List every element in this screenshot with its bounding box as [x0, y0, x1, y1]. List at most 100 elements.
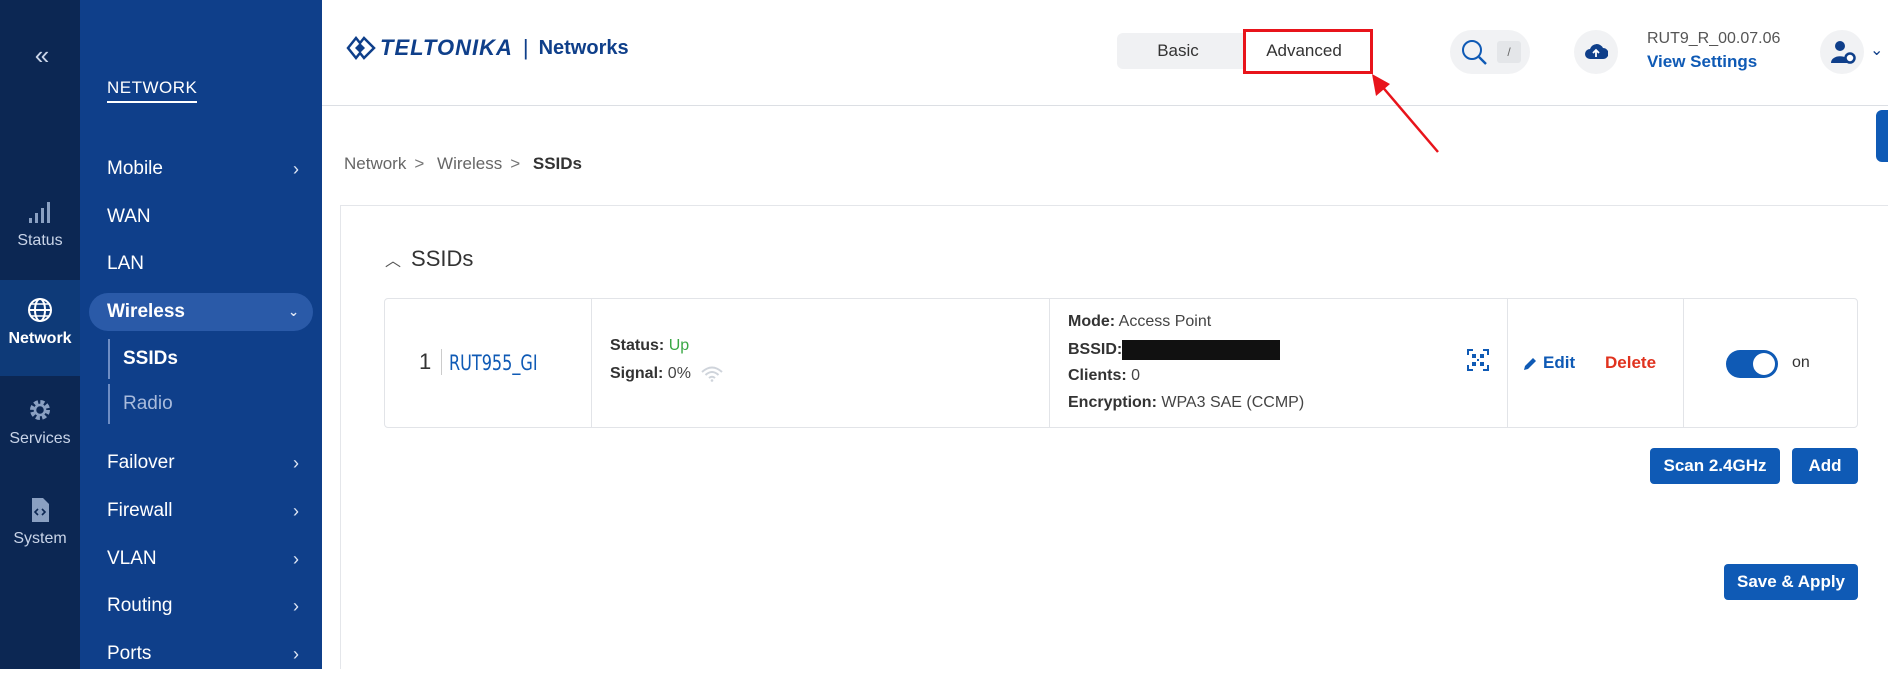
search-button[interactable]: /	[1450, 30, 1530, 74]
sidebar-item-ports[interactable]: Ports ›	[89, 635, 313, 673]
wifi-icon	[701, 366, 724, 382]
sidebar-item-label: Failover	[107, 452, 175, 473]
status-value: Up	[668, 337, 690, 354]
network-sidebar: NETWORK Mobile › WAN LAN Wireless ⌄ SSID…	[80, 0, 322, 669]
sidebar-item-wireless[interactable]: Wireless ⌄	[89, 293, 313, 331]
sidebar-item-lan[interactable]: LAN	[89, 245, 313, 283]
ssids-card: ︿ SSIDs 1 RUT955_GI Status: Up Signal: 0%	[340, 205, 1888, 669]
table-row: 1 RUT955_GI Status: Up Signal: 0% Mode: …	[384, 298, 1858, 428]
rail-item-label: Status	[17, 232, 63, 249]
user-menu-button[interactable]	[1820, 30, 1864, 74]
rail-item-label: System	[13, 530, 67, 547]
sidebar-item-label: LAN	[107, 253, 144, 274]
globe-icon	[28, 298, 52, 322]
encryption-line: Encryption: WPA3 SAE (CCMP)	[1068, 394, 1304, 412]
ssid-toggle-cell: on	[1684, 299, 1859, 427]
add-button[interactable]: Add	[1792, 448, 1858, 484]
gear-icon	[30, 400, 50, 420]
delete-button[interactable]: Delete	[1605, 353, 1656, 373]
chevron-up-icon: ︿	[385, 253, 402, 270]
bssid-label: BSSID:	[1068, 341, 1123, 359]
clients-value: 0	[1131, 367, 1141, 384]
sidebar-title: NETWORK	[107, 78, 198, 103]
mode-line: Mode: Access Point	[1068, 313, 1211, 331]
sidebar-item-firewall[interactable]: Firewall ›	[89, 492, 313, 530]
teltonika-logo[interactable]: TELTONIKA | Networks	[346, 34, 629, 62]
icon-rail: « Status Network Services System	[0, 0, 80, 669]
rail-item-network[interactable]: Network	[0, 280, 80, 376]
cloud-button[interactable]	[1574, 30, 1618, 74]
sidebar-item-label: Mobile	[107, 158, 163, 179]
search-icon	[1462, 40, 1487, 65]
ssid-status-cell: Status: Up Signal: 0%	[592, 299, 1050, 427]
breadcrumb-separator: >	[510, 154, 521, 173]
breadcrumb-separator: >	[414, 154, 425, 173]
breadcrumb-wireless[interactable]: Wireless	[437, 154, 502, 173]
user-settings-icon	[1831, 41, 1856, 64]
ssid-name-cell: 1 RUT955_GI	[385, 299, 592, 427]
rail-item-services[interactable]: Services	[0, 396, 80, 448]
side-panel-tab[interactable]	[1876, 110, 1888, 162]
section-title[interactable]: ︿ SSIDs	[385, 246, 473, 272]
rail-item-label: Services	[9, 430, 71, 447]
sidebar-item-mobile[interactable]: Mobile ›	[89, 150, 313, 188]
clients-line: Clients: 0	[1068, 367, 1140, 385]
pencil-icon	[1524, 358, 1536, 370]
sidebar-item-label: Wireless	[107, 301, 185, 322]
save-apply-button[interactable]: Save & Apply	[1724, 564, 1858, 600]
chevron-down-icon: ⌄	[288, 304, 299, 319]
sidebar-subitem-radio[interactable]: Radio	[108, 384, 288, 424]
sidebar-item-routing[interactable]: Routing ›	[89, 587, 313, 625]
clients-label: Clients:	[1068, 367, 1127, 384]
sidebar-item-label: Firewall	[107, 500, 173, 521]
ssid-index: 1	[419, 349, 443, 375]
toggle-knob	[1753, 353, 1775, 375]
rail-item-label: Network	[8, 330, 72, 347]
ssid-enable-toggle[interactable]	[1726, 350, 1778, 378]
ssid-name-link[interactable]: RUT955_GI	[449, 351, 538, 375]
chevron-right-icon: ›	[293, 596, 299, 616]
collapse-sidebar-button[interactable]: «	[0, 40, 80, 71]
sidebar-item-vlan[interactable]: VLAN ›	[89, 540, 313, 578]
basic-mode-button[interactable]: Basic	[1117, 33, 1239, 69]
breadcrumb: Network > Wireless > SSIDs	[344, 154, 588, 174]
sidebar-subitem-ssids[interactable]: SSIDs	[108, 339, 288, 379]
qr-code-icon[interactable]	[1467, 349, 1489, 371]
search-shortcut-key: /	[1497, 41, 1521, 63]
scan-button[interactable]: Scan 2.4GHz	[1650, 448, 1780, 484]
sidebar-item-label: Routing	[107, 595, 173, 616]
teltonika-logo-mark	[346, 35, 376, 61]
signal-value: 0%	[667, 365, 691, 382]
signal-line: Signal: 0%	[610, 365, 724, 383]
rail-item-status[interactable]: Status	[0, 198, 80, 250]
chevron-right-icon: ›	[293, 549, 299, 569]
breadcrumb-network[interactable]: Network	[344, 154, 406, 173]
encryption-value: WPA3 SAE (CCMP)	[1161, 394, 1305, 411]
status-label: Status:	[610, 337, 665, 354]
bssid-redacted	[1122, 340, 1281, 360]
ssid-actions-cell: Edit Delete	[1508, 299, 1684, 427]
file-code-icon	[32, 498, 49, 522]
view-settings-link[interactable]: View Settings	[1647, 52, 1757, 72]
encryption-label: Encryption:	[1068, 394, 1157, 411]
firmware-version: RUT9_R_00.07.06	[1647, 30, 1781, 47]
mode-value: Access Point	[1118, 313, 1212, 330]
sidebar-item-wan[interactable]: WAN	[89, 198, 313, 236]
annotation-highlight-box	[1243, 29, 1373, 74]
logo-divider: |	[522, 35, 529, 60]
section-title-text: SSIDs	[411, 246, 474, 271]
chevron-right-icon: ›	[293, 453, 299, 473]
chevron-down-icon[interactable]: ⌄	[1870, 40, 1883, 60]
sidebar-item-label: Ports	[107, 643, 152, 664]
top-header: TELTONIKA | Networks Basic Advanced / RU…	[322, 0, 1888, 162]
annotation-arrow-icon	[1372, 74, 1439, 153]
ssid-details-cell: Mode: Access Point BSSID: Clients: 0 Enc…	[1050, 299, 1508, 427]
logo-sub-text: Networks	[538, 36, 629, 59]
signal-label: Signal:	[610, 365, 664, 382]
chevron-right-icon: ›	[293, 159, 299, 179]
sidebar-item-label: WAN	[107, 206, 151, 227]
edit-button[interactable]: Edit	[1543, 353, 1575, 373]
rail-item-system[interactable]: System	[0, 496, 80, 548]
sidebar-item-failover[interactable]: Failover ›	[89, 444, 313, 482]
breadcrumb-ssids: SSIDs	[532, 154, 583, 173]
